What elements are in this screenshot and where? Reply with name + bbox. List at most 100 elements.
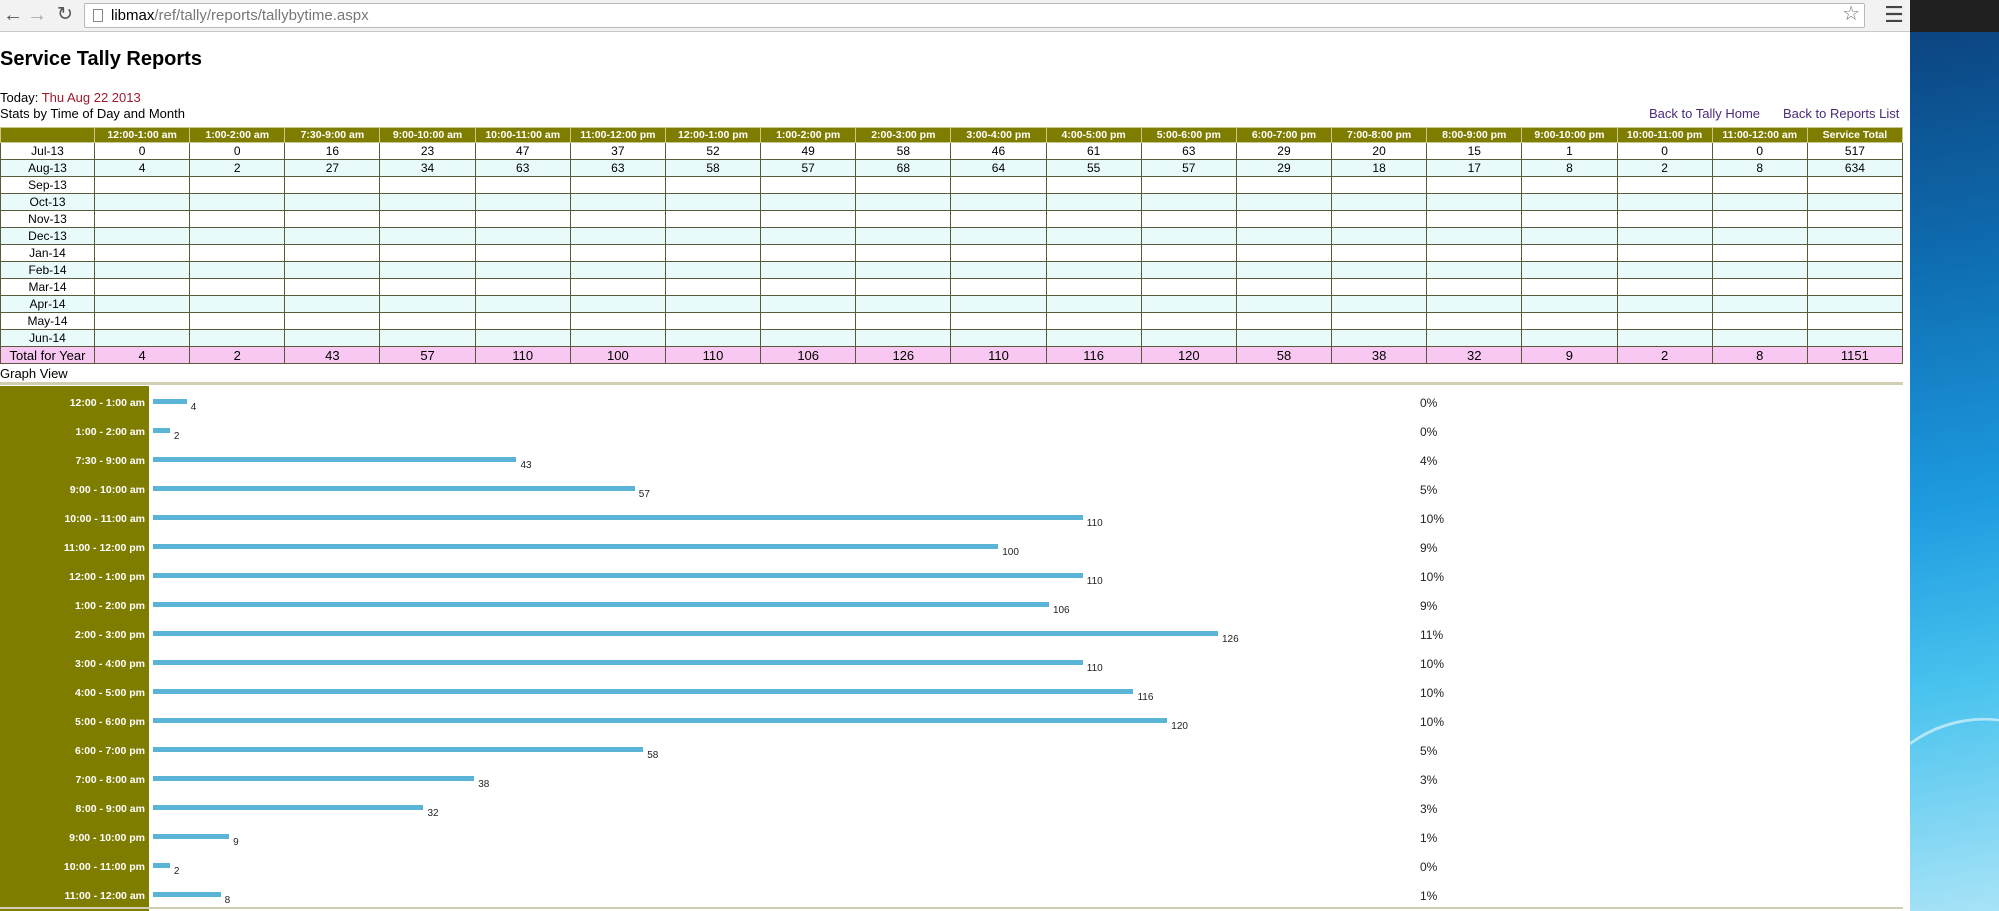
table-cell: 34 — [379, 159, 476, 177]
table-cell — [569, 244, 666, 262]
table-column-header: 10:00-11:00 pm — [1616, 127, 1713, 143]
table-cell: 1151 — [1806, 346, 1904, 364]
table-cell: 32 — [1426, 346, 1523, 364]
back-to-tally-home-link[interactable]: Back to Tally Home — [1649, 106, 1760, 121]
table-cell: 1 — [1521, 142, 1618, 160]
table-cell — [1616, 210, 1713, 228]
table-cell — [855, 193, 952, 211]
table-cell — [1521, 244, 1618, 262]
graph-bar — [153, 863, 170, 868]
graph-bar-value: 57 — [638, 489, 650, 500]
table-cell — [760, 193, 857, 211]
graph-bar — [153, 718, 1168, 723]
graph-bar — [153, 486, 635, 491]
address-bar[interactable]: libmax/ref/tally/reports/tallybytime.asp… — [84, 3, 1865, 28]
table-cell — [1521, 261, 1618, 279]
graph-bar-value: 2 — [173, 866, 180, 877]
table-cell — [1045, 176, 1142, 194]
table-cell — [189, 210, 286, 228]
graph-category-label: 12:00 - 1:00 am — [69, 397, 145, 409]
table-cell — [1711, 261, 1808, 279]
table-cell — [1235, 176, 1333, 194]
table-column-header: 11:00-12:00 am — [1711, 127, 1808, 143]
graph-bar-percent: 0% — [1420, 396, 1438, 410]
table-column-header: 9:00-10:00 am — [379, 127, 476, 143]
table-row: Jan-14 — [0, 244, 1904, 262]
today-date: Thu Aug 22 2013 — [41, 90, 141, 105]
table-cell — [1140, 312, 1237, 330]
table-cell: 16 — [284, 142, 381, 160]
table-cell — [1235, 329, 1333, 347]
graph-category-label: 1:00 - 2:00 am — [75, 426, 145, 438]
table-cell — [284, 312, 381, 330]
reload-icon[interactable]: ↻ — [52, 2, 78, 28]
table-column-header: 7:00-8:00 pm — [1331, 127, 1428, 143]
table-cell — [474, 295, 571, 313]
table-cell — [1235, 210, 1333, 228]
table-column-header: 11:00-12:00 pm — [569, 127, 666, 143]
table-cell — [664, 227, 762, 245]
table-cell — [950, 227, 1047, 245]
table-cell — [1045, 193, 1142, 211]
table-cell — [1616, 295, 1713, 313]
table-cell — [1426, 312, 1523, 330]
graph-bar — [153, 399, 187, 404]
table-cell: 120 — [1140, 346, 1237, 364]
table-cell: 8 — [1711, 346, 1808, 364]
table-cell — [569, 278, 666, 296]
table-cell — [1806, 176, 1904, 194]
table-cell: 58 — [855, 142, 952, 160]
table-cell — [1235, 295, 1333, 313]
table-cell — [1521, 278, 1618, 296]
table-row: Apr-14 — [0, 295, 1904, 313]
table-cell — [1045, 329, 1142, 347]
graph-bar-percent: 5% — [1420, 744, 1438, 758]
graph-bar-value: 38 — [478, 779, 490, 790]
back-arrow-icon[interactable]: ← — [0, 2, 26, 28]
table-cell — [189, 244, 286, 262]
table-cell — [855, 244, 952, 262]
table-row-label: Jun-14 — [0, 329, 95, 347]
browser-toolbar: ← → ↻ libmax/ref/tally/reports/tallybyti… — [0, 0, 1910, 32]
table-cell: 57 — [760, 159, 857, 177]
page-icon — [93, 9, 103, 22]
table-cell — [1806, 295, 1904, 313]
table-cell — [93, 312, 191, 330]
graph-category-label: 11:00 - 12:00 pm — [63, 542, 145, 554]
graph-bar-percent: 3% — [1420, 802, 1438, 816]
table-cell — [1426, 193, 1523, 211]
table-cell — [1140, 210, 1237, 228]
table-cell: 2 — [1616, 159, 1713, 177]
table-cell — [569, 312, 666, 330]
graph-bottom-divider — [0, 907, 1903, 909]
table-cell — [474, 193, 571, 211]
table-cell — [760, 244, 857, 262]
table-row: Nov-13 — [0, 210, 1904, 228]
table-cell — [760, 261, 857, 279]
forward-arrow-icon[interactable]: → — [24, 2, 50, 28]
graph-bar — [153, 747, 644, 752]
table-cell: 0 — [1711, 142, 1808, 160]
table-row-label: Jan-14 — [0, 244, 95, 262]
graph-bar-value: 32 — [427, 808, 439, 819]
table-cell — [1521, 295, 1618, 313]
table-cell — [1806, 261, 1904, 279]
menu-icon[interactable]: ☰ — [1882, 3, 1906, 27]
table-total-row: Total for Year 4 2 43 57 110 100 110 106 126 110 11… — [0, 346, 1904, 364]
table-cell — [855, 261, 952, 279]
table-cell — [1806, 278, 1904, 296]
table-cell — [950, 261, 1047, 279]
back-to-reports-list-link[interactable]: Back to Reports List — [1783, 106, 1899, 121]
bookmark-star-icon[interactable]: ☆ — [1842, 3, 1860, 26]
table-cell: 8 — [1521, 159, 1618, 177]
table-cell: 57 — [1140, 159, 1237, 177]
table-cell — [760, 312, 857, 330]
table-column-header: 12:00-1:00 am — [93, 127, 191, 143]
table-cell — [1045, 244, 1142, 262]
table-cell — [760, 210, 857, 228]
graph-divider — [0, 382, 1903, 385]
table-cell — [1711, 278, 1808, 296]
table-cell — [379, 193, 476, 211]
table-corner-cell — [0, 127, 95, 143]
table-cell: 57 — [379, 346, 476, 364]
